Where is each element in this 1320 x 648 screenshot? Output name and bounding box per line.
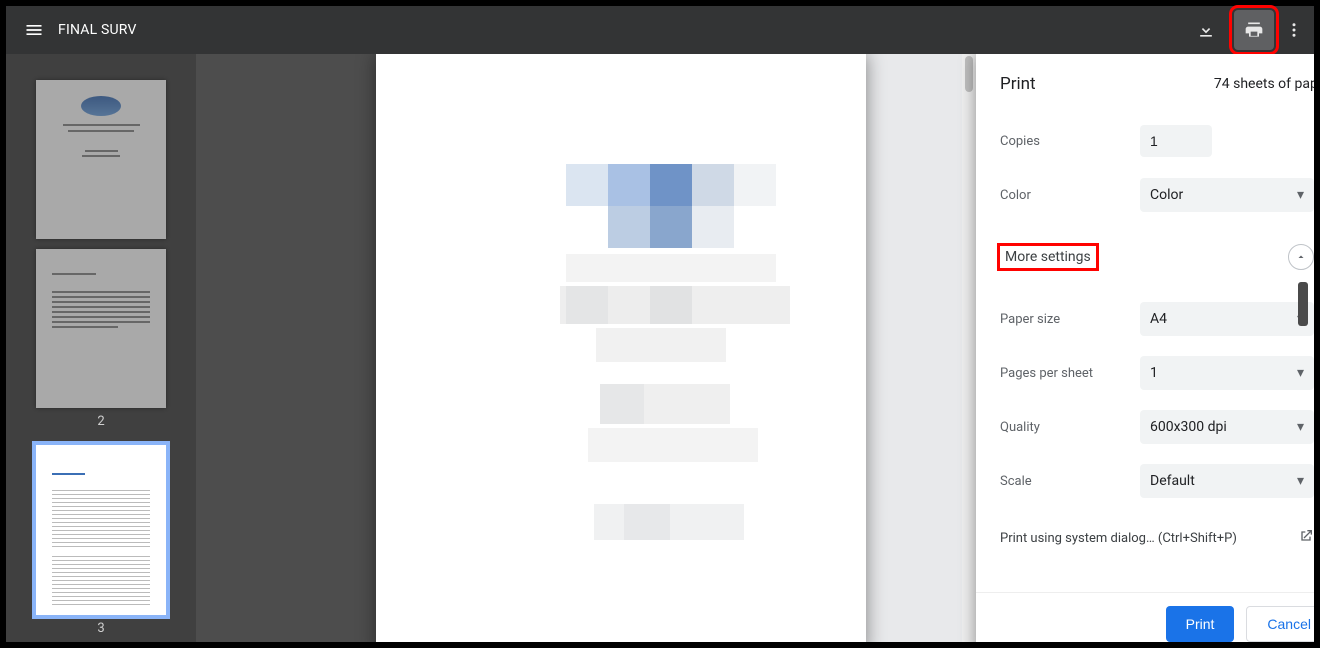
scale-select[interactable]: Default ▾ xyxy=(1140,464,1314,498)
cancel-button[interactable]: Cancel xyxy=(1246,606,1314,642)
download-icon[interactable] xyxy=(1186,10,1226,50)
scale-label: Scale xyxy=(1000,474,1140,489)
print-preview-page xyxy=(376,54,866,642)
caret-down-icon: ▾ xyxy=(1297,365,1304,381)
scale-value: Default xyxy=(1150,473,1195,489)
quality-value: 600x300 dpi xyxy=(1150,419,1227,435)
pages-per-sheet-select[interactable]: 1 ▾ xyxy=(1140,356,1314,390)
pages-per-sheet-label: Pages per sheet xyxy=(1000,366,1140,381)
more-vert-icon[interactable] xyxy=(1282,10,1306,50)
hamburger-menu-icon[interactable] xyxy=(14,10,54,50)
copies-input[interactable] xyxy=(1140,125,1212,157)
pages-per-sheet-value: 1 xyxy=(1150,365,1158,381)
system-dialog-label: Print using system dialog… (Ctrl+Shift+P… xyxy=(1000,531,1237,546)
document-title: FINAL SURV xyxy=(58,22,137,38)
open-external-icon xyxy=(1298,528,1314,548)
caret-down-icon: ▾ xyxy=(1297,419,1304,435)
paper-size-select[interactable]: A4 ▾ xyxy=(1140,302,1314,336)
color-select[interactable]: Color ▾ xyxy=(1140,178,1314,212)
window-drag-handle[interactable] xyxy=(1298,282,1308,326)
quality-select[interactable]: 600x300 dpi ▾ xyxy=(1140,410,1314,444)
print-dialog: Print 74 sheets of paper Copies Color Co… xyxy=(976,54,1314,642)
page-viewer[interactable]: analysis, which identified values and be… xyxy=(196,54,1314,642)
thumbnail-sidebar[interactable]: 2 3 xyxy=(6,54,196,642)
more-settings-collapse-button[interactable] xyxy=(1288,244,1314,270)
print-icon[interactable] xyxy=(1234,10,1274,50)
thumbnail-number-3: 3 xyxy=(97,621,104,636)
thumbnail-page-1[interactable] xyxy=(36,80,166,239)
color-select-value: Color xyxy=(1150,187,1183,203)
print-sheet-count: 74 sheets of paper xyxy=(1214,76,1314,92)
caret-down-icon: ▾ xyxy=(1297,187,1304,203)
quality-label: Quality xyxy=(1000,420,1140,435)
system-dialog-link[interactable]: Print using system dialog… (Ctrl+Shift+P… xyxy=(1000,508,1314,568)
copies-label: Copies xyxy=(1000,134,1140,149)
pdf-body: 2 3 analysis, which identified values an… xyxy=(6,54,1314,642)
thumbnail-number-2: 2 xyxy=(97,414,104,429)
print-button[interactable]: Print xyxy=(1166,606,1235,642)
preview-scrollbar[interactable] xyxy=(962,54,976,642)
color-label: Color xyxy=(1000,188,1140,203)
paper-size-value: A4 xyxy=(1150,311,1167,327)
chevron-up-icon xyxy=(1295,251,1307,263)
pdf-topbar: FINAL SURV xyxy=(6,6,1314,54)
caret-down-icon: ▾ xyxy=(1297,473,1304,489)
print-dialog-title: Print xyxy=(1000,74,1036,94)
paper-size-label: Paper size xyxy=(1000,312,1140,327)
print-preview-background xyxy=(866,54,976,642)
preview-scrollbar-thumb[interactable] xyxy=(965,56,973,92)
thumbnail-page-2[interactable] xyxy=(36,249,166,408)
thumbnail-page-3[interactable] xyxy=(36,445,166,615)
more-settings-toggle-label[interactable]: More settings xyxy=(1000,246,1096,268)
